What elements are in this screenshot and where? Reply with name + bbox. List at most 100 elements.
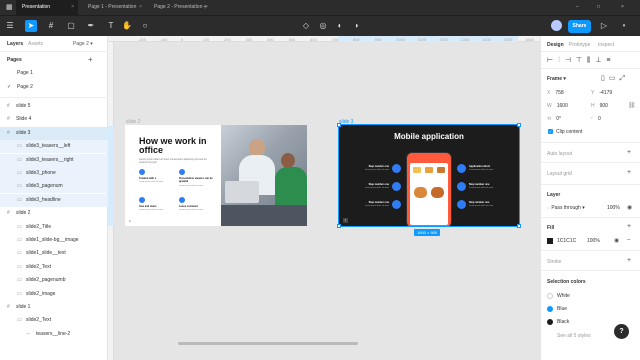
color-swatch-black[interactable] [547, 319, 553, 325]
fill-swatch[interactable] [547, 238, 553, 244]
visibility-icon[interactable]: ◉ [614, 237, 619, 244]
align-center-icon[interactable]: ⫶ [558, 57, 565, 64]
align-left-icon[interactable]: ⊢ [547, 57, 558, 64]
layer-row[interactable]: ▭ slide2_pagenumb [0, 274, 108, 287]
tab-page-1[interactable]: Page 1 - Presentation × [82, 0, 146, 15]
hand-tool-icon[interactable]: ✋ [121, 20, 133, 32]
page-selector[interactable]: Page 2 ▾ [73, 41, 93, 47]
x-field[interactable]: X 758 [547, 88, 564, 98]
rotation-field[interactable]: ⟲ 0° [547, 114, 561, 124]
tab-presentation[interactable]: Presentation × [16, 0, 78, 15]
radius-field[interactable]: ◜ 0 [591, 114, 601, 124]
remove-fill-icon[interactable]: – [627, 237, 630, 243]
zoom-menu-icon[interactable]: ▾ [618, 20, 630, 32]
figma-menu-icon[interactable]: ▦ [0, 0, 16, 15]
blend-mode-select[interactable]: ◌ Pass through ▾ [547, 205, 585, 211]
frame-label[interactable]: Frame ▾ [547, 76, 566, 82]
avatar[interactable] [551, 20, 562, 31]
page-item-current[interactable]: ✓ Page 2 [0, 81, 108, 94]
move-tool-icon[interactable]: ➤ [25, 20, 37, 32]
landscape-icon[interactable]: ▭ [609, 75, 620, 82]
add-stroke-icon[interactable]: + [627, 257, 631, 264]
fill-hex[interactable]: 1C1C1C [557, 238, 576, 244]
resize-handle[interactable] [517, 123, 521, 127]
visibility-icon[interactable]: ◉ [627, 204, 632, 211]
color-swatch-white[interactable] [547, 293, 553, 299]
share-button[interactable]: Share [568, 20, 591, 33]
layer-row[interactable]: ▭ slide1_slide__text [0, 247, 108, 260]
close-window-icon[interactable]: × [621, 0, 631, 15]
pen-tool-icon[interactable]: ✒ [85, 20, 97, 32]
layer-opacity[interactable]: 100% [607, 205, 620, 211]
slide-2-frame[interactable]: How we work in office Lorem ipsum dolor … [125, 125, 307, 226]
layer-row[interactable]: # slide 5 [0, 100, 108, 113]
layer-row[interactable]: # slide 3 [0, 126, 108, 140]
shape-tool-icon[interactable]: ▢ [65, 20, 77, 32]
minimize-icon[interactable]: – [576, 0, 586, 15]
selection-color-name[interactable]: Black [557, 319, 569, 325]
mask-icon[interactable]: ◎ [317, 20, 329, 32]
align-top-icon[interactable]: ⊤ [576, 57, 587, 64]
color-swatch-blue[interactable] [547, 306, 553, 312]
layer-row[interactable]: ▭ slide2_image [0, 288, 108, 301]
page-item[interactable]: Page 1 [0, 67, 108, 80]
constrain-proportions-icon[interactable]: ⛓ [628, 102, 636, 109]
portrait-icon[interactable]: ▯ [601, 75, 609, 82]
align-bottom-icon[interactable]: ⊥ [595, 57, 606, 64]
main-menu-icon[interactable]: ☰ [4, 20, 16, 32]
tab-inspect[interactable]: Inspect [598, 42, 614, 48]
layer-row[interactable]: ▭ slide3_teasers__left [0, 140, 108, 154]
layer-row[interactable]: ▭ slide2_Title [0, 221, 108, 234]
resize-handle[interactable] [337, 123, 341, 127]
tab-layers[interactable]: Layers [7, 41, 23, 47]
resize-handle[interactable] [517, 224, 521, 228]
add-auto-layout-icon[interactable]: + [627, 149, 631, 156]
contrast-icon[interactable]: ◑ [350, 20, 362, 32]
distribute-icon[interactable]: ≡ [606, 57, 615, 64]
horizontal-scrollbar[interactable] [178, 342, 358, 345]
maximize-icon[interactable]: □ [597, 0, 607, 15]
add-fill-icon[interactable]: + [627, 223, 631, 230]
layer-row[interactable]: ▭ slide3_headline [0, 193, 108, 207]
layer-row[interactable]: ▭ slide3_teasers__right [0, 153, 108, 167]
see-all-styles-link[interactable]: See all 5 styles [557, 333, 591, 339]
x-value: 758 [555, 90, 564, 96]
layer-row[interactable]: ▭ slide3_pagenum [0, 180, 108, 194]
boolean-icon[interactable]: ◐ [334, 20, 346, 32]
add-layout-grid-icon[interactable]: + [627, 169, 631, 176]
layer-row[interactable]: # Slide 4 [0, 113, 108, 126]
present-icon[interactable]: ▷ [598, 20, 610, 32]
slide-3-frame[interactable]: Mobile application Step number one Lorem… [338, 124, 520, 227]
resize-handle[interactable] [337, 224, 341, 228]
add-page-icon[interactable]: + [88, 55, 93, 64]
component-icon[interactable]: ◇ [300, 20, 312, 32]
close-icon[interactable]: × [139, 0, 142, 15]
comment-tool-icon[interactable]: ○ [139, 20, 151, 32]
layer-row[interactable]: ▭ slide2_Text [0, 261, 108, 274]
layer-row[interactable]: ▭ slide3_phone [0, 167, 108, 180]
help-button[interactable]: ? [614, 324, 629, 339]
canvas[interactable]: -200 -100 0 100 200 300 400 500 600 700 800 900 1000… [108, 36, 540, 360]
new-tab-icon[interactable]: + [203, 0, 213, 15]
y-field[interactable]: Y -4179 [591, 88, 612, 98]
h-field[interactable]: H 900 [591, 101, 608, 111]
tab-prototype[interactable]: Prototype [569, 42, 590, 48]
layer-row[interactable]: ▭ slide2_Text [0, 314, 108, 327]
layer-row[interactable]: # slide 2 [0, 207, 108, 220]
selection-color-name[interactable]: Blue [557, 306, 567, 312]
rectangle-icon: ▭ [17, 143, 22, 150]
resize-fit-icon[interactable]: ⤢ [619, 75, 629, 82]
w-field[interactable]: W 1600 [547, 101, 568, 111]
layer-row[interactable]: # slide 1 [0, 301, 108, 314]
tab-design[interactable]: Design [547, 42, 564, 48]
frame-tool-icon[interactable]: # [45, 20, 57, 32]
tab-assets[interactable]: Assets [28, 41, 43, 47]
align-right-icon[interactable]: ⊣ [565, 57, 576, 64]
fill-opacity[interactable]: 100% [587, 238, 600, 244]
layer-row[interactable]: – teasers__line-2 [0, 328, 108, 341]
clip-content-checkbox[interactable]: ✓ [548, 129, 553, 134]
close-icon[interactable]: × [71, 0, 74, 15]
text-tool-icon[interactable]: T [105, 20, 117, 32]
layer-row[interactable]: ▭ slide1_slide-bg__image [0, 234, 108, 247]
selection-color-name[interactable]: White [557, 293, 570, 299]
